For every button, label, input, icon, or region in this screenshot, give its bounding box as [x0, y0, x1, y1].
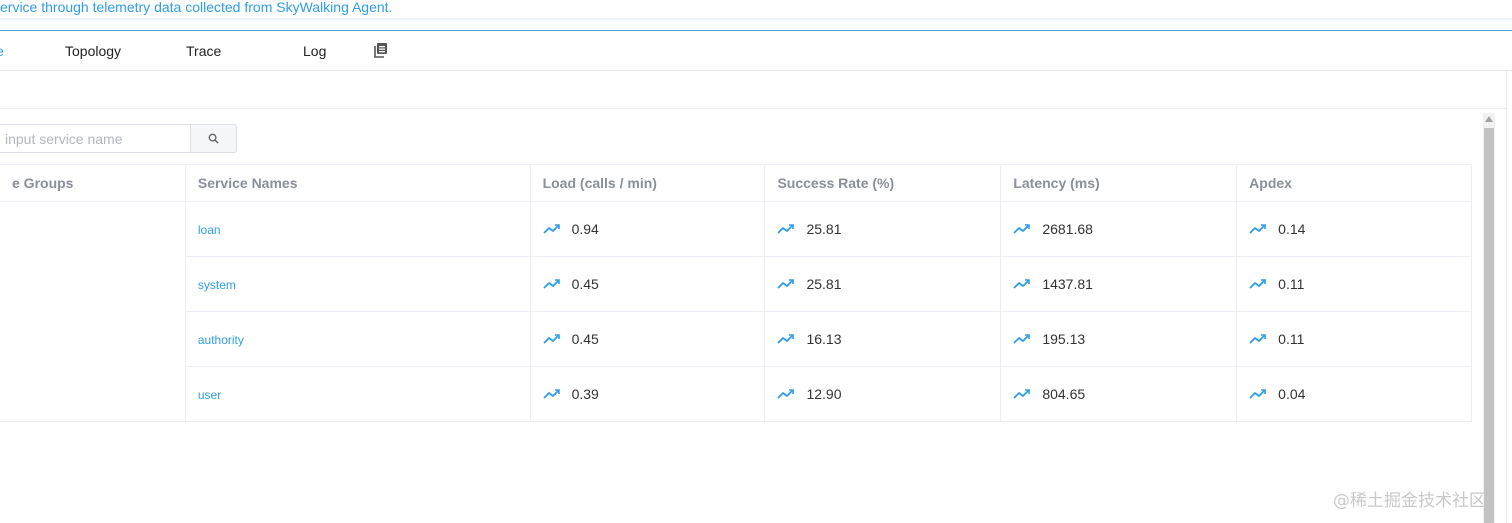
- latency-cell: 804.65: [1000, 366, 1238, 422]
- latency-value: 1437.81: [1042, 276, 1093, 292]
- trend-chart-icon[interactable]: [777, 223, 795, 235]
- trend-chart-icon[interactable]: [1249, 333, 1267, 345]
- description-shadow: [0, 18, 1512, 22]
- search-input[interactable]: [0, 125, 190, 152]
- trend-chart-icon[interactable]: [1249, 278, 1267, 290]
- trend-chart-icon[interactable]: [777, 278, 795, 290]
- service-link[interactable]: loan: [198, 223, 221, 237]
- success-rate-cell: 16.13: [764, 311, 1002, 367]
- col-header-apdex: Apdex: [1236, 164, 1472, 202]
- latency-value: 804.65: [1042, 386, 1086, 402]
- trend-chart-icon[interactable]: [542, 278, 561, 290]
- load-value: 0.39: [571, 386, 599, 402]
- table-row: system 0.45 25.81 1437.81 0.11: [0, 256, 1472, 312]
- apdex-cell: 0.11: [1236, 311, 1472, 367]
- trend-chart-icon[interactable]: [542, 333, 561, 345]
- apdex-cell: 0.04: [1236, 366, 1472, 422]
- trend-chart-icon[interactable]: [1013, 278, 1031, 290]
- trend-chart-icon[interactable]: [1249, 223, 1267, 235]
- page-description: ervice through telemetry data collected …: [0, 0, 393, 15]
- trend-chart-icon[interactable]: [777, 388, 795, 400]
- trend-chart-icon[interactable]: [1013, 388, 1031, 400]
- apdex-value: 0.04: [1278, 386, 1306, 402]
- service-group-cell: [0, 201, 186, 422]
- service-dashboard: ervice through telemetry data collected …: [0, 0, 1512, 523]
- trend-chart-icon[interactable]: [542, 223, 561, 235]
- search-field: [0, 124, 191, 153]
- tab-service[interactable]: e: [0, 43, 4, 59]
- content-right-border: [1506, 70, 1507, 523]
- tab-bar: e Topology Trace Log: [0, 31, 1512, 71]
- success-rate-value: 16.13: [806, 331, 842, 347]
- col-header-latency: Latency (ms): [1000, 164, 1238, 202]
- trend-chart-icon[interactable]: [1013, 333, 1031, 345]
- search-icon: [208, 133, 219, 144]
- services-table: e Groups Service Names Load (calls / min…: [0, 164, 1472, 422]
- col-header-success-rate: Success Rate (%): [764, 164, 1002, 202]
- load-cell: 0.94: [529, 201, 766, 257]
- success-rate-cell: 25.81: [764, 256, 1002, 312]
- copy-icon[interactable]: [373, 42, 389, 58]
- load-cell: 0.39: [529, 366, 766, 422]
- trend-chart-icon[interactable]: [1013, 223, 1031, 235]
- success-rate-value: 12.90: [806, 386, 842, 402]
- scroll-up-arrow-icon[interactable]: [1485, 116, 1493, 122]
- latency-cell: 1437.81: [1000, 256, 1238, 312]
- col-header-service-names: Service Names: [184, 164, 531, 202]
- col-header-groups: e Groups: [0, 164, 186, 202]
- latency-cell: 195.13: [1000, 311, 1238, 367]
- apdex-value: 0.14: [1278, 221, 1306, 237]
- scrollbar-thumb[interactable]: [1484, 128, 1494, 523]
- table-row: authority 0.45 16.13 195.13 0.11: [0, 311, 1472, 367]
- service-name-cell: user: [184, 366, 531, 422]
- apdex-cell: 0.11: [1236, 256, 1472, 312]
- tab-topology[interactable]: Topology: [65, 43, 121, 59]
- latency-value: 2681.68: [1042, 221, 1093, 237]
- table-header-row: e Groups Service Names Load (calls / min…: [0, 164, 1472, 202]
- trend-chart-icon[interactable]: [777, 333, 795, 345]
- toolbar-divider: [0, 108, 1507, 109]
- latency-cell: 2681.68: [1000, 201, 1238, 257]
- load-value: 0.45: [571, 331, 599, 347]
- trend-chart-icon[interactable]: [542, 388, 561, 400]
- load-value: 0.45: [571, 276, 599, 292]
- col-header-load: Load (calls / min): [529, 164, 766, 202]
- success-rate-value: 25.81: [806, 221, 842, 237]
- watermark: @稀土掘金技术社区: [1333, 491, 1486, 511]
- tab-trace[interactable]: Trace: [186, 43, 221, 59]
- tab-log[interactable]: Log: [303, 43, 326, 59]
- load-cell: 0.45: [529, 256, 766, 312]
- apdex-value: 0.11: [1278, 276, 1305, 292]
- success-rate-cell: 25.81: [764, 201, 1002, 257]
- table-row: loan 0.94 25.81 2681.68 0.14: [0, 201, 1472, 422]
- service-link[interactable]: user: [198, 388, 221, 402]
- search-button[interactable]: [191, 124, 237, 153]
- load-value: 0.94: [571, 221, 599, 237]
- table-row: user 0.39 12.90 804.65 0.04: [0, 366, 1472, 422]
- latency-value: 195.13: [1042, 331, 1086, 347]
- service-name-cell: loan: [184, 201, 531, 257]
- service-link[interactable]: system: [198, 278, 236, 292]
- service-link[interactable]: authority: [198, 333, 244, 347]
- success-rate-value: 25.81: [806, 276, 842, 292]
- apdex-cell: 0.14: [1236, 201, 1472, 257]
- service-name-cell: authority: [184, 311, 531, 367]
- trend-chart-icon[interactable]: [1249, 388, 1267, 400]
- apdex-value: 0.11: [1278, 331, 1305, 347]
- success-rate-cell: 12.90: [764, 366, 1002, 422]
- load-cell: 0.45: [529, 311, 766, 367]
- service-name-cell: system: [184, 256, 531, 312]
